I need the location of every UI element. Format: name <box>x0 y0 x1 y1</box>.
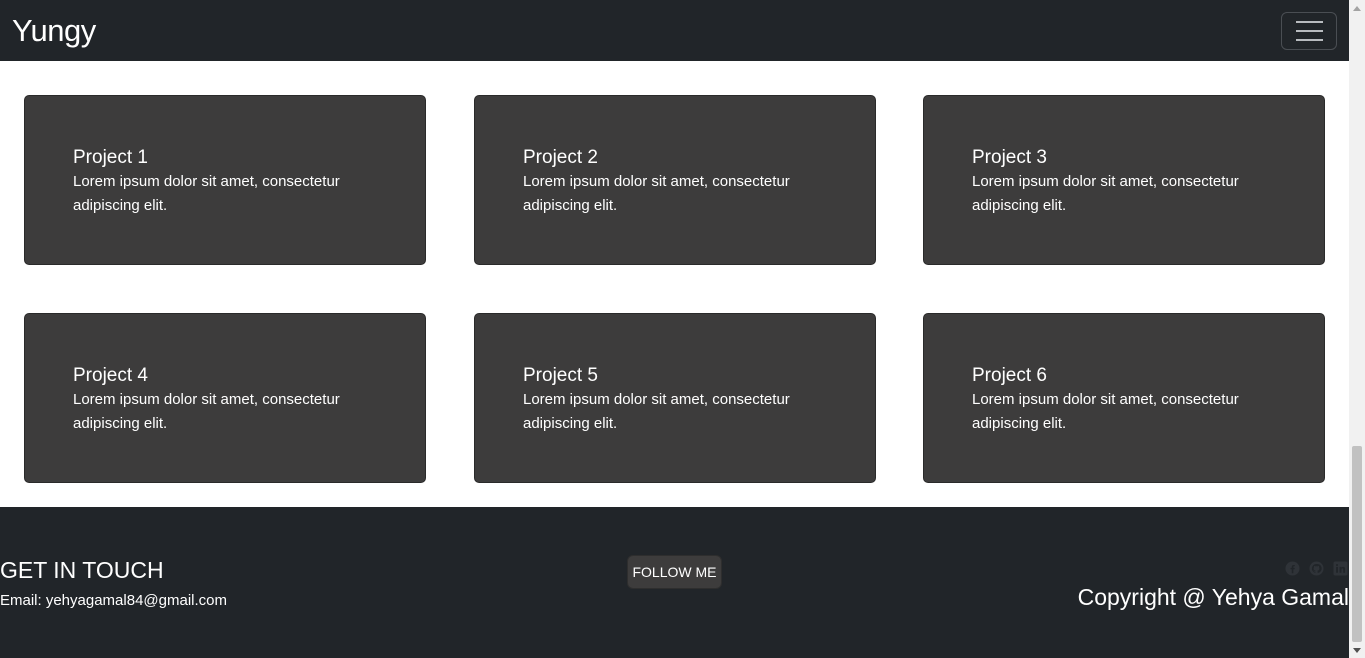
brand-logo[interactable]: Yungy <box>12 13 96 49</box>
project-title: Project 1 <box>73 147 148 168</box>
project-card[interactable]: Project 1 Lorem ipsum dolor sit amet, co… <box>24 95 426 265</box>
project-description: Lorem ipsum dolor sit amet, consectetur … <box>972 173 1239 214</box>
project-card[interactable]: Project 6 Lorem ipsum dolor sit amet, co… <box>923 313 1325 483</box>
vertical-scrollbar[interactable] <box>1349 0 1365 658</box>
follow-me-button[interactable]: FOLLOW ME <box>627 555 722 589</box>
project-title: Project 6 <box>972 365 1047 386</box>
project-title: Project 2 <box>523 147 598 168</box>
linkedin-icon[interactable] <box>1331 559 1349 577</box>
hamburger-icon <box>1295 20 1323 41</box>
footer: GET IN TOUCH Email: yehyagamal84@gmail.c… <box>0 507 1349 658</box>
facebook-icon[interactable] <box>1283 559 1301 577</box>
scrollbar-thumb[interactable] <box>1352 446 1362 642</box>
contact-heading: GET IN TOUCH <box>0 557 164 583</box>
project-description: Lorem ipsum dolor sit amet, consectetur … <box>523 173 790 214</box>
project-title: Project 5 <box>523 365 598 386</box>
github-icon[interactable] <box>1307 559 1325 577</box>
scroll-down-icon[interactable] <box>1349 642 1365 658</box>
project-description: Lorem ipsum dolor sit amet, consectetur … <box>73 391 340 432</box>
project-description: Lorem ipsum dolor sit amet, consectetur … <box>972 391 1239 432</box>
contact-email: Email: yehyagamal84@gmail.com <box>0 592 227 609</box>
copyright-text: Copyright @ Yehya Gamal <box>1077 584 1349 610</box>
projects-section: Project 1 Lorem ipsum dolor sit amet, co… <box>0 61 1349 507</box>
project-card[interactable]: Project 3 Lorem ipsum dolor sit amet, co… <box>923 95 1325 265</box>
social-links <box>1283 559 1349 577</box>
project-card[interactable]: Project 2 Lorem ipsum dolor sit amet, co… <box>474 95 876 265</box>
scroll-up-icon[interactable] <box>1349 0 1365 16</box>
menu-toggle-button[interactable] <box>1281 11 1337 50</box>
project-card[interactable]: Project 5 Lorem ipsum dolor sit amet, co… <box>474 313 876 483</box>
project-title: Project 4 <box>73 365 148 386</box>
project-title: Project 3 <box>972 147 1047 168</box>
navbar: Yungy <box>0 0 1349 61</box>
project-description: Lorem ipsum dolor sit amet, consectetur … <box>523 391 790 432</box>
project-card[interactable]: Project 4 Lorem ipsum dolor sit amet, co… <box>24 313 426 483</box>
project-description: Lorem ipsum dolor sit amet, consectetur … <box>73 173 340 214</box>
